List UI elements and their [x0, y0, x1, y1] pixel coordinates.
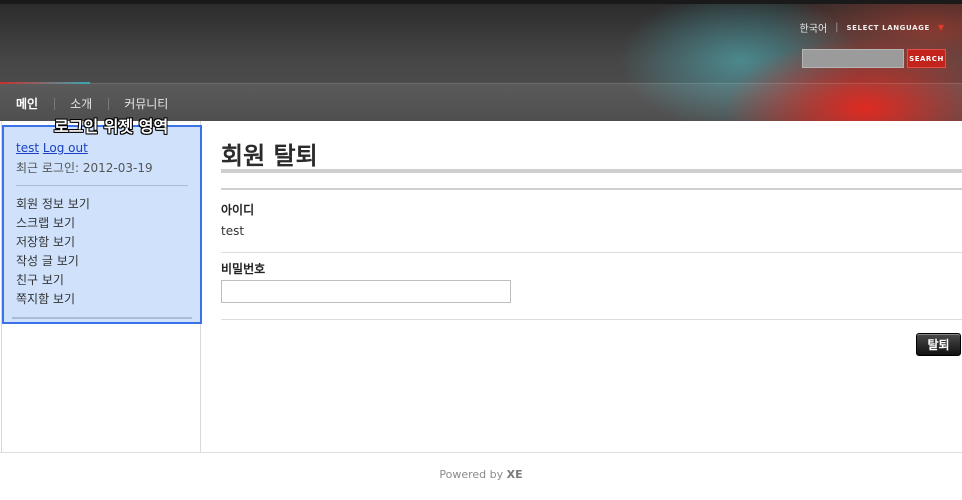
caret-down-icon[interactable]: ▼: [938, 23, 944, 32]
footer: Powered by XE: [0, 468, 962, 481]
search-button[interactable]: SEARCH: [907, 49, 946, 68]
friends-link[interactable]: 친구 보기: [16, 271, 90, 290]
password-field[interactable]: [221, 280, 511, 303]
header-divider: [0, 83, 962, 84]
written-posts-link[interactable]: 작성 글 보기: [16, 252, 90, 271]
widget-area-label: 로그인 위젯 영역: [54, 117, 169, 136]
login-widget: test Log out 최근 로그인: 2012-03-19 회원 정보 보기…: [2, 125, 202, 324]
accent-strip: [0, 82, 90, 84]
messages-link[interactable]: 쪽지함 보기: [16, 290, 90, 309]
nav-item-community[interactable]: 커뮤니티: [108, 95, 184, 112]
user-info: test Log out: [16, 141, 88, 155]
logout-link[interactable]: Log out: [43, 141, 88, 155]
nav-item-intro[interactable]: 소개: [54, 95, 108, 112]
footer-divider: [0, 452, 962, 453]
row-separator: [221, 319, 962, 320]
header-topline: [0, 0, 962, 4]
language-bar: 한국어 | SELECT LANGUAGE ▼: [800, 20, 944, 35]
row-separator: [221, 252, 962, 253]
powered-by-text: Powered by: [439, 468, 504, 481]
search-input[interactable]: [802, 49, 904, 68]
main-nav: 메인 소개 커뮤니티: [0, 92, 184, 114]
member-info-link[interactable]: 회원 정보 보기: [16, 195, 90, 214]
withdraw-button[interactable]: 탈퇴: [916, 333, 961, 356]
user-id-link[interactable]: test: [16, 141, 39, 155]
form-top-line: [221, 188, 962, 190]
language-separator: |: [835, 22, 839, 33]
id-label: 아이디: [221, 203, 255, 217]
site-header: 한국어 | SELECT LANGUAGE ▼ SEARCH 메인 소개 커뮤니…: [0, 0, 962, 121]
password-label: 비밀번호: [221, 262, 266, 276]
scrap-link[interactable]: 스크랩 보기: [16, 214, 90, 233]
current-language[interactable]: 한국어: [800, 20, 828, 35]
xe-link[interactable]: XE: [507, 468, 523, 481]
id-value: test: [221, 224, 245, 238]
last-login: 최근 로그인: 2012-03-19: [16, 161, 153, 175]
title-underline: [221, 169, 962, 173]
widget-divider: [16, 185, 188, 186]
select-language-button[interactable]: SELECT LANGUAGE: [847, 24, 930, 32]
nav-item-main[interactable]: 메인: [0, 95, 54, 112]
widget-bottom-line: [12, 317, 192, 319]
page-title: 회원 탈퇴: [221, 141, 318, 170]
saved-link[interactable]: 저장함 보기: [16, 233, 90, 252]
member-menu: 회원 정보 보기 스크랩 보기 저장함 보기 작성 글 보기 친구 보기 쪽지함…: [16, 195, 90, 309]
